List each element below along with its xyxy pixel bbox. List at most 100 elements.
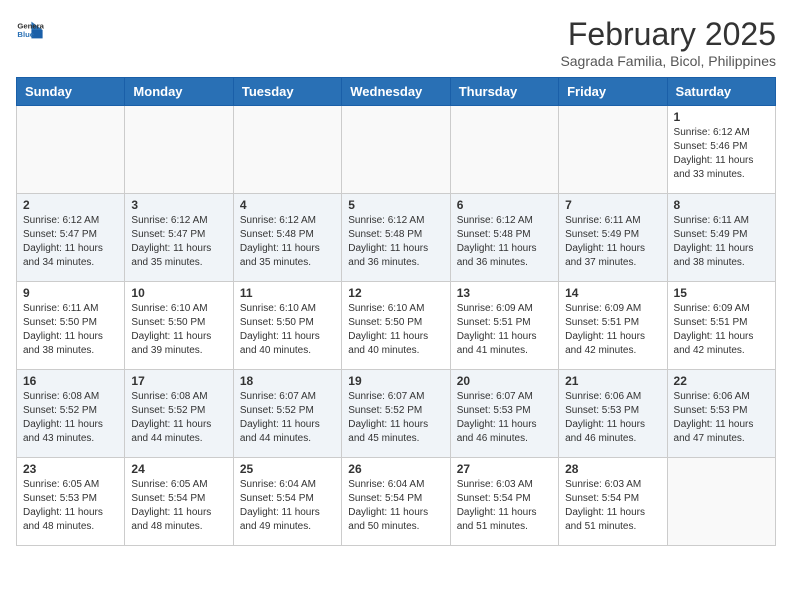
- calendar-cell: 17Sunrise: 6:08 AM Sunset: 5:52 PM Dayli…: [125, 370, 233, 458]
- col-header-sunday: Sunday: [17, 78, 125, 106]
- calendar-week-row: 2 Sunrise: 6:12 AM Sunset: 5:47 PM Daylig…: [17, 194, 776, 282]
- day-number: 1: [674, 110, 769, 124]
- day-number: 12: [348, 286, 443, 300]
- calendar-cell: 26 Sunrise: 6:04 AM Sunset: 5:54 PM Dayli…: [342, 458, 450, 546]
- day-number: 13: [457, 286, 552, 300]
- logo-icon: General Blue: [16, 16, 44, 44]
- calendar-cell: 27Sunrise: 6:03 AM Sunset: 5:54 PM Dayli…: [450, 458, 558, 546]
- day-info: Sunrise: 6:05 AM Sunset: 5:53 PM Dayligh…: [23, 478, 118, 534]
- day-number: 20: [457, 374, 552, 388]
- day-info: Sunrise: 6:07 AM Sunset: 5:53 PM Dayligh…: [457, 390, 552, 446]
- calendar-cell: [233, 106, 341, 194]
- day-info: Sunrise: 6:10 AM Sunset: 5:50 PM Dayligh…: [348, 302, 443, 358]
- calendar-cell: 12 Sunrise: 6:10 AM Sunset: 5:50 PM Dayli…: [342, 282, 450, 370]
- day-info: Sunrise: 6:12 AM Sunset: 5:47 PM Dayligh…: [23, 214, 118, 270]
- title-block: February 2025 Sagrada Familia, Bicol, Ph…: [560, 16, 776, 69]
- logo: General Blue: [16, 16, 44, 44]
- svg-text:General: General: [17, 22, 44, 31]
- day-number: 5: [348, 198, 443, 212]
- calendar-cell: 3 Sunrise: 6:12 AM Sunset: 5:47 PM Daylig…: [125, 194, 233, 282]
- calendar-cell: 7 Sunrise: 6:11 AM Sunset: 5:49 PM Daylig…: [559, 194, 667, 282]
- day-number: 11: [240, 286, 335, 300]
- day-number: 26: [348, 462, 443, 476]
- svg-text:Blue: Blue: [17, 30, 34, 39]
- day-number: 16: [23, 374, 118, 388]
- day-info: Sunrise: 6:10 AM Sunset: 5:50 PM Dayligh…: [240, 302, 335, 358]
- day-info: Sunrise: 6:12 AM Sunset: 5:47 PM Dayligh…: [131, 214, 226, 270]
- day-info: Sunrise: 6:04 AM Sunset: 5:54 PM Dayligh…: [240, 478, 335, 534]
- day-number: 18: [240, 374, 335, 388]
- col-header-wednesday: Wednesday: [342, 78, 450, 106]
- day-number: 7: [565, 198, 660, 212]
- day-info: Sunrise: 6:04 AM Sunset: 5:54 PM Dayligh…: [348, 478, 443, 534]
- day-info: Sunrise: 6:12 AM Sunset: 5:48 PM Dayligh…: [457, 214, 552, 270]
- day-number: 23: [23, 462, 118, 476]
- calendar-cell: 24 Sunrise: 6:05 AM Sunset: 5:54 PM Dayli…: [125, 458, 233, 546]
- day-info: Sunrise: 6:08 AM Sunset: 5:52 PM Dayligh…: [23, 390, 118, 446]
- day-info: Sunrise: 6:12 AM Sunset: 5:48 PM Dayligh…: [348, 214, 443, 270]
- calendar-cell: [342, 106, 450, 194]
- day-number: 15: [674, 286, 769, 300]
- day-number: 14: [565, 286, 660, 300]
- calendar-week-row: 16 Sunrise: 6:08 AM Sunset: 5:52 PM Dayli…: [17, 370, 776, 458]
- calendar-week-row: 1 Sunrise: 6:12 AM Sunset: 5:46 PM Daylig…: [17, 106, 776, 194]
- calendar-cell: 2 Sunrise: 6:12 AM Sunset: 5:47 PM Daylig…: [17, 194, 125, 282]
- calendar-cell: 6 Sunrise: 6:12 AM Sunset: 5:48 PM Daylig…: [450, 194, 558, 282]
- calendar-cell: [559, 106, 667, 194]
- day-number: 2: [23, 198, 118, 212]
- col-header-tuesday: Tuesday: [233, 78, 341, 106]
- day-number: 6: [457, 198, 552, 212]
- day-info: Sunrise: 6:05 AM Sunset: 5:54 PM Dayligh…: [131, 478, 226, 534]
- calendar-cell: 1 Sunrise: 6:12 AM Sunset: 5:46 PM Daylig…: [667, 106, 775, 194]
- calendar-cell: 11 Sunrise: 6:10 AM Sunset: 5:50 PM Dayli…: [233, 282, 341, 370]
- day-info: Sunrise: 6:07 AM Sunset: 5:52 PM Dayligh…: [348, 390, 443, 446]
- day-info: Sunrise: 6:11 AM Sunset: 5:49 PM Dayligh…: [565, 214, 660, 270]
- day-info: Sunrise: 6:07 AM Sunset: 5:52 PM Dayligh…: [240, 390, 335, 446]
- col-header-thursday: Thursday: [450, 78, 558, 106]
- day-info: Sunrise: 6:12 AM Sunset: 5:46 PM Dayligh…: [674, 126, 769, 182]
- day-info: Sunrise: 6:06 AM Sunset: 5:53 PM Dayligh…: [565, 390, 660, 446]
- calendar-cell: 28 Sunrise: 6:03 AM Sunset: 5:54 PM Dayli…: [559, 458, 667, 546]
- day-number: 8: [674, 198, 769, 212]
- calendar-cell: 4 Sunrise: 6:12 AM Sunset: 5:48 PM Daylig…: [233, 194, 341, 282]
- calendar-cell: [125, 106, 233, 194]
- location: Sagrada Familia, Bicol, Philippines: [560, 53, 776, 69]
- col-header-friday: Friday: [559, 78, 667, 106]
- day-info: Sunrise: 6:11 AM Sunset: 5:49 PM Dayligh…: [674, 214, 769, 270]
- calendar-cell: 16 Sunrise: 6:08 AM Sunset: 5:52 PM Dayli…: [17, 370, 125, 458]
- calendar-header-row: SundayMondayTuesdayWednesdayThursdayFrid…: [17, 78, 776, 106]
- calendar-cell: 9 Sunrise: 6:11 AM Sunset: 5:50 PM Daylig…: [17, 282, 125, 370]
- day-number: 19: [348, 374, 443, 388]
- day-info: Sunrise: 6:09 AM Sunset: 5:51 PM Dayligh…: [565, 302, 660, 358]
- calendar-cell: 18 Sunrise: 6:07 AM Sunset: 5:52 PM Dayli…: [233, 370, 341, 458]
- calendar-cell: 15Sunrise: 6:09 AM Sunset: 5:51 PM Dayli…: [667, 282, 775, 370]
- col-header-saturday: Saturday: [667, 78, 775, 106]
- calendar-cell: 13 Sunrise: 6:09 AM Sunset: 5:51 PM Dayli…: [450, 282, 558, 370]
- calendar-cell: 8 Sunrise: 6:11 AM Sunset: 5:49 PM Daylig…: [667, 194, 775, 282]
- day-info: Sunrise: 6:08 AM Sunset: 5:52 PM Dayligh…: [131, 390, 226, 446]
- calendar-cell: [17, 106, 125, 194]
- calendar-cell: 14 Sunrise: 6:09 AM Sunset: 5:51 PM Dayli…: [559, 282, 667, 370]
- calendar-cell: 20 Sunrise: 6:07 AM Sunset: 5:53 PM Dayli…: [450, 370, 558, 458]
- calendar-table: SundayMondayTuesdayWednesdayThursdayFrid…: [16, 77, 776, 546]
- day-number: 4: [240, 198, 335, 212]
- calendar-cell: 25Sunrise: 6:04 AM Sunset: 5:54 PM Dayli…: [233, 458, 341, 546]
- calendar-cell: 23 Sunrise: 6:05 AM Sunset: 5:53 PM Dayli…: [17, 458, 125, 546]
- day-number: 10: [131, 286, 226, 300]
- day-number: 28: [565, 462, 660, 476]
- day-number: 21: [565, 374, 660, 388]
- day-number: 22: [674, 374, 769, 388]
- calendar-cell: 22Sunrise: 6:06 AM Sunset: 5:53 PM Dayli…: [667, 370, 775, 458]
- day-info: Sunrise: 6:03 AM Sunset: 5:54 PM Dayligh…: [565, 478, 660, 534]
- day-info: Sunrise: 6:10 AM Sunset: 5:50 PM Dayligh…: [131, 302, 226, 358]
- day-info: Sunrise: 6:09 AM Sunset: 5:51 PM Dayligh…: [457, 302, 552, 358]
- day-number: 3: [131, 198, 226, 212]
- day-info: Sunrise: 6:12 AM Sunset: 5:48 PM Dayligh…: [240, 214, 335, 270]
- day-number: 9: [23, 286, 118, 300]
- col-header-monday: Monday: [125, 78, 233, 106]
- page-header: General Blue February 2025 Sagrada Famil…: [16, 16, 776, 69]
- calendar-cell: 10 Sunrise: 6:10 AM Sunset: 5:50 PM Dayli…: [125, 282, 233, 370]
- day-info: Sunrise: 6:11 AM Sunset: 5:50 PM Dayligh…: [23, 302, 118, 358]
- day-number: 24: [131, 462, 226, 476]
- calendar-week-row: 23 Sunrise: 6:05 AM Sunset: 5:53 PM Dayli…: [17, 458, 776, 546]
